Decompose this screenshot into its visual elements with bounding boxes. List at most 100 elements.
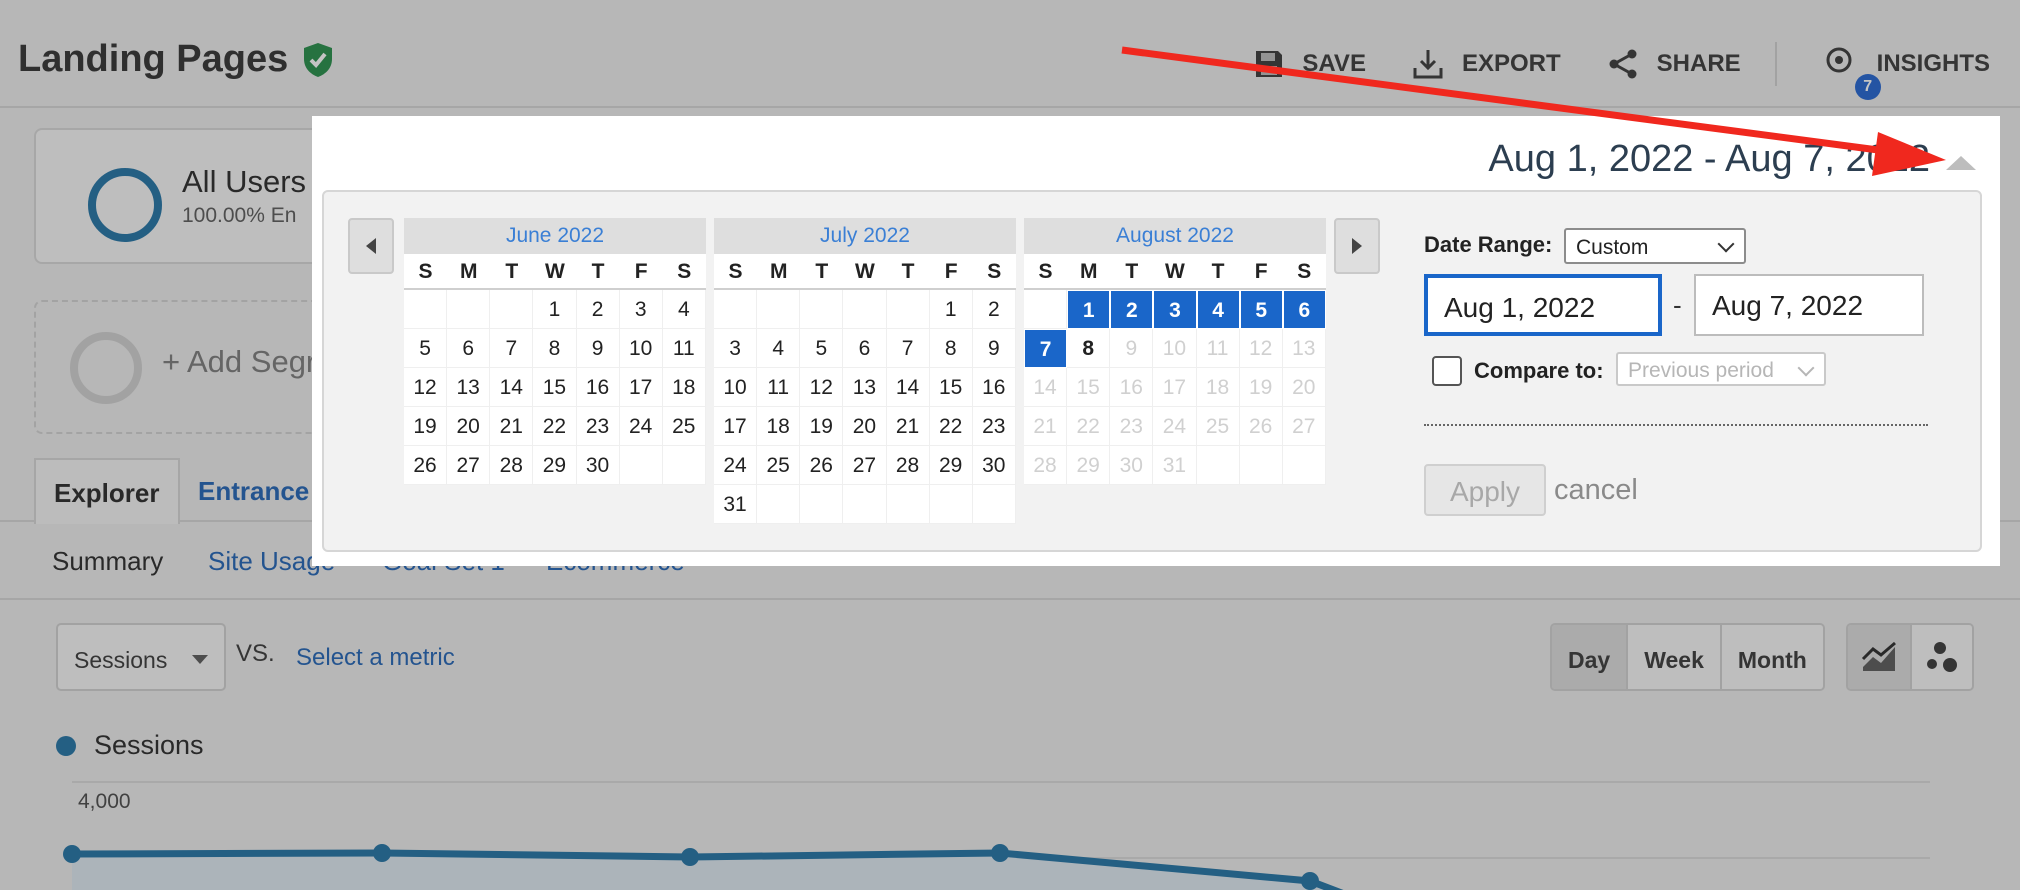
day-cell[interactable]: 26 <box>800 446 844 485</box>
day-cell[interactable]: 2 <box>972 290 1016 329</box>
chevron-down-icon <box>1717 235 1735 253</box>
next-month-button[interactable] <box>1334 218 1380 274</box>
compare-period-value: Previous period <box>1628 359 1774 382</box>
day-cell: 10 <box>1153 329 1197 368</box>
day-cell[interactable]: 10 <box>714 368 758 407</box>
day-cell[interactable]: 19 <box>404 407 448 446</box>
day-cell[interactable]: 6 <box>843 329 887 368</box>
day-cell[interactable]: 26 <box>404 446 448 485</box>
day-cell: 28 <box>1024 446 1068 485</box>
day-cell[interactable]: 21 <box>490 407 534 446</box>
day-cell[interactable]: 24 <box>714 446 758 485</box>
day-cell[interactable]: 27 <box>843 446 887 485</box>
day-cell[interactable]: 2 <box>576 290 620 329</box>
weekday-label: W <box>545 260 565 283</box>
day-cell[interactable]: 17 <box>714 407 758 446</box>
day-cell[interactable]: 18 <box>757 407 801 446</box>
end-date-input[interactable]: Aug 7, 2022 <box>1694 274 1924 336</box>
day-cell[interactable]: 6 <box>447 329 491 368</box>
day-cell[interactable]: 3 <box>714 329 758 368</box>
empty-day-cell <box>714 290 758 329</box>
weekday-header: SMTWTFS <box>1024 254 1326 290</box>
arrow-left-icon <box>366 238 376 254</box>
weekday-label: T <box>1211 260 1225 283</box>
day-cell: 21 <box>1024 407 1068 446</box>
day-cell[interactable]: 4 <box>757 329 801 368</box>
day-cell[interactable]: 13 <box>843 368 887 407</box>
day-cell[interactable]: 16 <box>972 368 1016 407</box>
empty-day-cell <box>929 485 973 524</box>
date-range-label: Date Range: <box>1424 232 1553 257</box>
day-cell[interactable]: 24 <box>619 407 663 446</box>
day-cell[interactable]: 28 <box>886 446 930 485</box>
compare-checkbox[interactable] <box>1432 356 1462 386</box>
day-cell[interactable]: 3 <box>619 290 663 329</box>
day-cell[interactable]: 1 <box>533 290 577 329</box>
day-cell[interactable]: 27 <box>447 446 491 485</box>
day-cell[interactable]: 11 <box>662 329 706 368</box>
day-cell[interactable]: 14 <box>886 368 930 407</box>
cancel-link[interactable]: cancel <box>1554 474 1638 507</box>
day-cell[interactable]: 4 <box>662 290 706 329</box>
date-range-select[interactable]: Custom <box>1564 228 1746 264</box>
day-cell[interactable]: 20 <box>843 407 887 446</box>
day-cell[interactable]: 10 <box>619 329 663 368</box>
day-cell: 14 <box>1024 368 1068 407</box>
day-cell[interactable]: 25 <box>757 446 801 485</box>
day-cell[interactable]: 21 <box>886 407 930 446</box>
day-cell[interactable]: 13 <box>447 368 491 407</box>
day-cell[interactable]: 1 <box>1067 290 1111 329</box>
weekday-label: T <box>505 260 519 283</box>
start-date-input[interactable]: Aug 1, 2022 <box>1424 274 1662 336</box>
previous-month-button[interactable] <box>348 218 394 274</box>
day-cell[interactable]: 31 <box>714 485 758 524</box>
apply-button[interactable]: Apply <box>1424 464 1546 516</box>
day-cell[interactable]: 5 <box>1239 290 1283 329</box>
month-days: 1 2 3 4 5 6 7 8 9 10 11 12 13 14 15 16 17 18 19 20 21 22 23 24 2… <box>1024 290 1326 485</box>
day-cell[interactable]: 23 <box>576 407 620 446</box>
collapse-caret-icon[interactable] <box>1946 156 1976 170</box>
day-cell[interactable]: 17 <box>619 368 663 407</box>
day-cell[interactable]: 8 <box>929 329 973 368</box>
day-cell[interactable]: 4 <box>1196 290 1240 329</box>
date-range-title[interactable]: Aug 1, 2022 - Aug 7, 2022 <box>1488 138 1930 181</box>
day-cell[interactable]: 9 <box>972 329 1016 368</box>
day-cell[interactable]: 9 <box>576 329 620 368</box>
day-cell[interactable]: 29 <box>533 446 577 485</box>
month-title: July 2022 <box>714 218 1016 254</box>
day-cell[interactable]: 15 <box>929 368 973 407</box>
day-cell[interactable]: 20 <box>447 407 491 446</box>
day-cell[interactable]: 16 <box>576 368 620 407</box>
day-cell[interactable]: 14 <box>490 368 534 407</box>
day-cell[interactable]: 28 <box>490 446 534 485</box>
weekday-header: SMTWTFS <box>714 254 1016 290</box>
day-cell[interactable]: 3 <box>1153 290 1197 329</box>
day-cell[interactable]: 5 <box>404 329 448 368</box>
day-cell[interactable]: 7 <box>1024 329 1068 368</box>
compare-period-select[interactable]: Previous period <box>1616 352 1826 386</box>
day-cell[interactable]: 12 <box>404 368 448 407</box>
day-cell[interactable]: 22 <box>533 407 577 446</box>
weekday-label: W <box>1165 260 1185 283</box>
day-cell[interactable]: 5 <box>800 329 844 368</box>
day-cell[interactable]: 30 <box>576 446 620 485</box>
day-cell[interactable]: 1 <box>929 290 973 329</box>
day-cell[interactable]: 15 <box>533 368 577 407</box>
day-cell[interactable]: 30 <box>972 446 1016 485</box>
day-cell[interactable]: 18 <box>662 368 706 407</box>
day-cell[interactable]: 11 <box>757 368 801 407</box>
day-cell[interactable]: 22 <box>929 407 973 446</box>
day-cell[interactable]: 23 <box>972 407 1016 446</box>
day-cell[interactable]: 19 <box>800 407 844 446</box>
day-cell[interactable]: 25 <box>662 407 706 446</box>
day-cell[interactable]: 7 <box>490 329 534 368</box>
day-cell[interactable]: 2 <box>1110 290 1154 329</box>
day-cell[interactable]: 7 <box>886 329 930 368</box>
day-cell[interactable]: 12 <box>800 368 844 407</box>
day-cell[interactable]: 29 <box>929 446 973 485</box>
weekday-label: M <box>1079 260 1098 283</box>
day-cell[interactable]: 8 <box>533 329 577 368</box>
day-cell[interactable]: 8 <box>1067 329 1111 368</box>
day-cell[interactable]: 6 <box>1282 290 1326 329</box>
empty-day-cell <box>886 290 930 329</box>
